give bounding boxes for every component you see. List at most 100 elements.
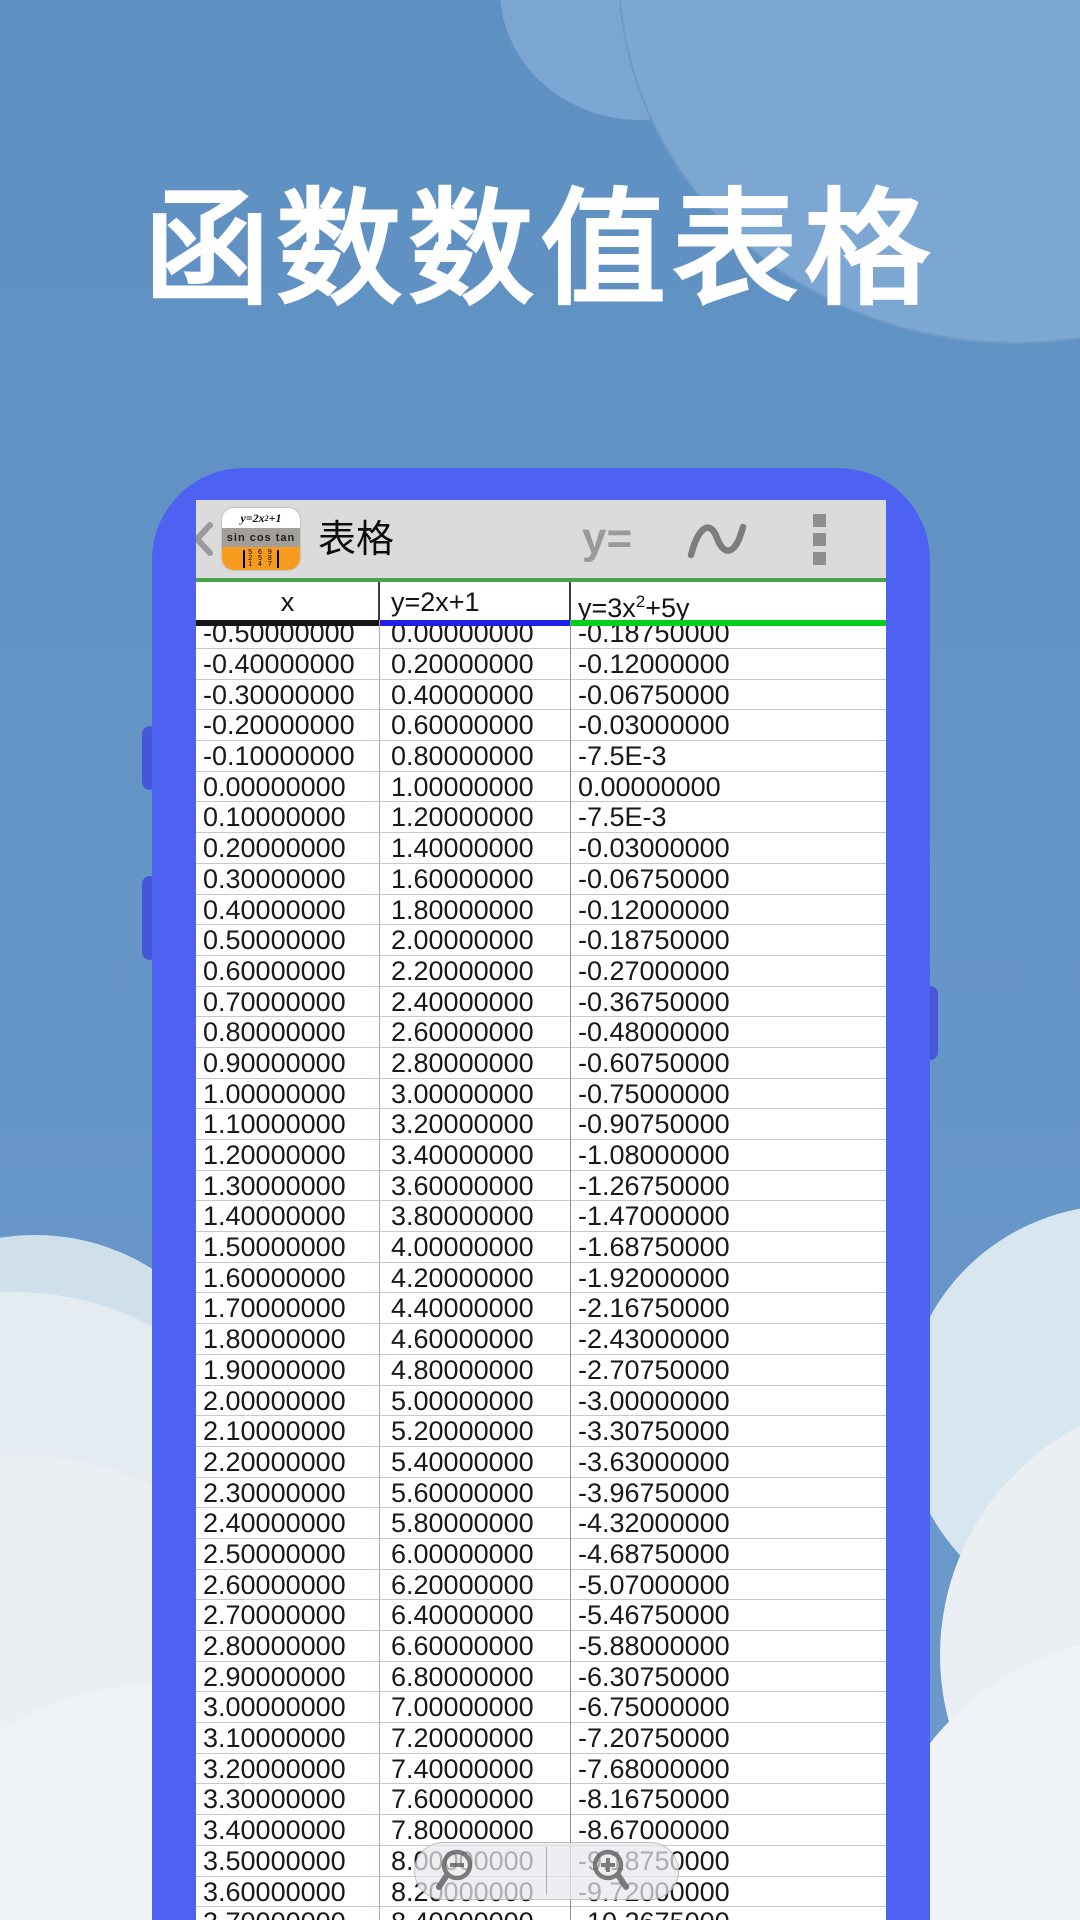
table-cell[interactable]: 5.80000000: [379, 1508, 570, 1538]
table-cell[interactable]: 1.60000000: [379, 864, 570, 894]
table-cell[interactable]: 4.80000000: [379, 1355, 570, 1385]
table-cell[interactable]: 2.20000000: [379, 956, 570, 986]
table-cell[interactable]: 1.90000000: [196, 1355, 379, 1385]
table-cell[interactable]: 2.80000000: [196, 1631, 379, 1661]
table-cell[interactable]: -5.07000000: [570, 1570, 886, 1600]
table-cell[interactable]: -0.30000000: [196, 680, 379, 710]
table-cell[interactable]: 2.50000000: [196, 1539, 379, 1569]
table-cell[interactable]: -3.96750000: [570, 1478, 886, 1508]
table-cell[interactable]: 0.10000000: [196, 802, 379, 832]
table-cell[interactable]: 3.00000000: [379, 1079, 570, 1109]
table-cell[interactable]: 0.50000000: [196, 925, 379, 955]
table-row[interactable]: -0.200000000.60000000-0.03000000: [196, 710, 886, 741]
table-cell[interactable]: -8.67000000: [570, 1815, 886, 1845]
table-row[interactable]: 0.700000002.40000000-0.36750000: [196, 987, 886, 1018]
table-cell[interactable]: 1.00000000: [196, 1079, 379, 1109]
table-cell[interactable]: 4.20000000: [379, 1263, 570, 1293]
table-cell[interactable]: 1.00000000: [379, 772, 570, 802]
table-cell[interactable]: 0.30000000: [196, 864, 379, 894]
table-row[interactable]: 0.100000001.20000000-7.5E-3: [196, 802, 886, 833]
column-header-y2[interactable]: y=3x2+5y: [570, 582, 886, 620]
table-cell[interactable]: 3.20000000: [196, 1754, 379, 1784]
table-row[interactable]: 2.300000005.60000000-3.96750000: [196, 1478, 886, 1509]
table-cell[interactable]: -5.46750000: [570, 1600, 886, 1630]
table-cell[interactable]: -1.68750000: [570, 1232, 886, 1262]
overflow-menu-icon[interactable]: [813, 514, 827, 571]
table-row[interactable]: 3.200000007.40000000-7.68000000: [196, 1754, 886, 1785]
table-cell[interactable]: 5.20000000: [379, 1416, 570, 1446]
table-cell[interactable]: -4.68750000: [570, 1539, 886, 1569]
table-row[interactable]: 1.200000003.40000000-1.08000000: [196, 1140, 886, 1171]
table-cell[interactable]: -3.63000000: [570, 1447, 886, 1477]
table-row[interactable]: 0.600000002.20000000-0.27000000: [196, 956, 886, 987]
table-cell[interactable]: 3.40000000: [379, 1140, 570, 1170]
table-row[interactable]: 0.300000001.60000000-0.06750000: [196, 864, 886, 895]
table-cell[interactable]: 4.00000000: [379, 1232, 570, 1262]
table-row[interactable]: 1.300000003.60000000-1.26750000: [196, 1171, 886, 1202]
table-row[interactable]: -0.100000000.80000000-7.5E-3: [196, 741, 886, 772]
table-cell[interactable]: 3.80000000: [379, 1201, 570, 1231]
table-cell[interactable]: 1.50000000: [196, 1232, 379, 1262]
table-cell[interactable]: 0.90000000: [196, 1048, 379, 1078]
table-cell[interactable]: 2.00000000: [196, 1386, 379, 1416]
table-cell[interactable]: -1.92000000: [570, 1263, 886, 1293]
table-cell[interactable]: -7.5E-3: [570, 741, 886, 771]
table-cell[interactable]: 6.00000000: [379, 1539, 570, 1569]
table-cell[interactable]: 6.80000000: [379, 1662, 570, 1692]
table-cell[interactable]: 1.20000000: [196, 1140, 379, 1170]
table-cell[interactable]: 1.40000000: [196, 1201, 379, 1231]
table-row[interactable]: 1.400000003.80000000-1.47000000: [196, 1201, 886, 1232]
table-cell[interactable]: 4.60000000: [379, 1324, 570, 1354]
table-cell[interactable]: -1.08000000: [570, 1140, 886, 1170]
table-cell[interactable]: 0.80000000: [196, 1017, 379, 1047]
table-cell[interactable]: 5.60000000: [379, 1478, 570, 1508]
table-cell[interactable]: 8.40000000: [379, 1907, 570, 1920]
table-row[interactable]: 0.000000001.000000000.00000000: [196, 772, 886, 803]
table-cell[interactable]: -5.88000000: [570, 1631, 886, 1661]
table-cell[interactable]: 1.20000000: [379, 802, 570, 832]
table-cell[interactable]: 1.80000000: [196, 1324, 379, 1354]
table-cell[interactable]: 2.80000000: [379, 1048, 570, 1078]
table-cell[interactable]: 7.80000000: [379, 1815, 570, 1845]
table-cell[interactable]: 0.40000000: [379, 680, 570, 710]
table-row[interactable]: 1.500000004.00000000-1.68750000: [196, 1232, 886, 1263]
table-cell[interactable]: -0.03000000: [570, 833, 886, 863]
table-cell[interactable]: 1.60000000: [196, 1263, 379, 1293]
table-row[interactable]: 3.100000007.20000000-7.20750000: [196, 1723, 886, 1754]
table-cell[interactable]: 3.60000000: [196, 1877, 379, 1907]
table-row[interactable]: 1.700000004.40000000-2.16750000: [196, 1293, 886, 1324]
table-cell[interactable]: -0.50000000: [196, 626, 379, 648]
table-row[interactable]: 2.000000005.00000000-3.00000000: [196, 1386, 886, 1417]
table-row[interactable]: 3.300000007.60000000-8.16750000: [196, 1784, 886, 1815]
table-row[interactable]: -0.500000000.00000000-0.18750000: [196, 626, 886, 649]
table-cell[interactable]: -2.43000000: [570, 1324, 886, 1354]
table-cell[interactable]: 3.10000000: [196, 1723, 379, 1753]
table-cell[interactable]: -6.75000000: [570, 1692, 886, 1722]
table-cell[interactable]: 7.00000000: [379, 1692, 570, 1722]
table-cell[interactable]: -0.12000000: [570, 649, 886, 679]
table-row[interactable]: 0.200000001.40000000-0.03000000: [196, 833, 886, 864]
table-cell[interactable]: 2.20000000: [196, 1447, 379, 1477]
table-cell[interactable]: 3.60000000: [379, 1171, 570, 1201]
table-cell[interactable]: -1.26750000: [570, 1171, 886, 1201]
table-cell[interactable]: 2.90000000: [196, 1662, 379, 1692]
sine-curve-icon[interactable]: [686, 516, 748, 562]
table-cell[interactable]: -0.10000000: [196, 741, 379, 771]
table-cell[interactable]: 2.30000000: [196, 1478, 379, 1508]
table-cell[interactable]: -0.90750000: [570, 1109, 886, 1139]
table-cell[interactable]: 1.70000000: [196, 1293, 379, 1323]
table-row[interactable]: 1.600000004.20000000-1.92000000: [196, 1263, 886, 1294]
table-cell[interactable]: 6.40000000: [379, 1600, 570, 1630]
table-cell[interactable]: -10.2675000: [570, 1907, 886, 1920]
table-row[interactable]: 0.900000002.80000000-0.60750000: [196, 1048, 886, 1079]
table-cell[interactable]: 2.40000000: [196, 1508, 379, 1538]
table-row[interactable]: 1.100000003.20000000-0.90750000: [196, 1109, 886, 1140]
table-cell[interactable]: 3.20000000: [379, 1109, 570, 1139]
table-cell[interactable]: -7.5E-3: [570, 802, 886, 832]
table-cell[interactable]: 6.20000000: [379, 1570, 570, 1600]
table-row[interactable]: 3.700000008.40000000-10.2675000: [196, 1907, 886, 1920]
table-cell[interactable]: -0.06750000: [570, 680, 886, 710]
table-cell[interactable]: -8.16750000: [570, 1784, 886, 1814]
table-cell[interactable]: 0.60000000: [379, 710, 570, 740]
table-cell[interactable]: -3.00000000: [570, 1386, 886, 1416]
